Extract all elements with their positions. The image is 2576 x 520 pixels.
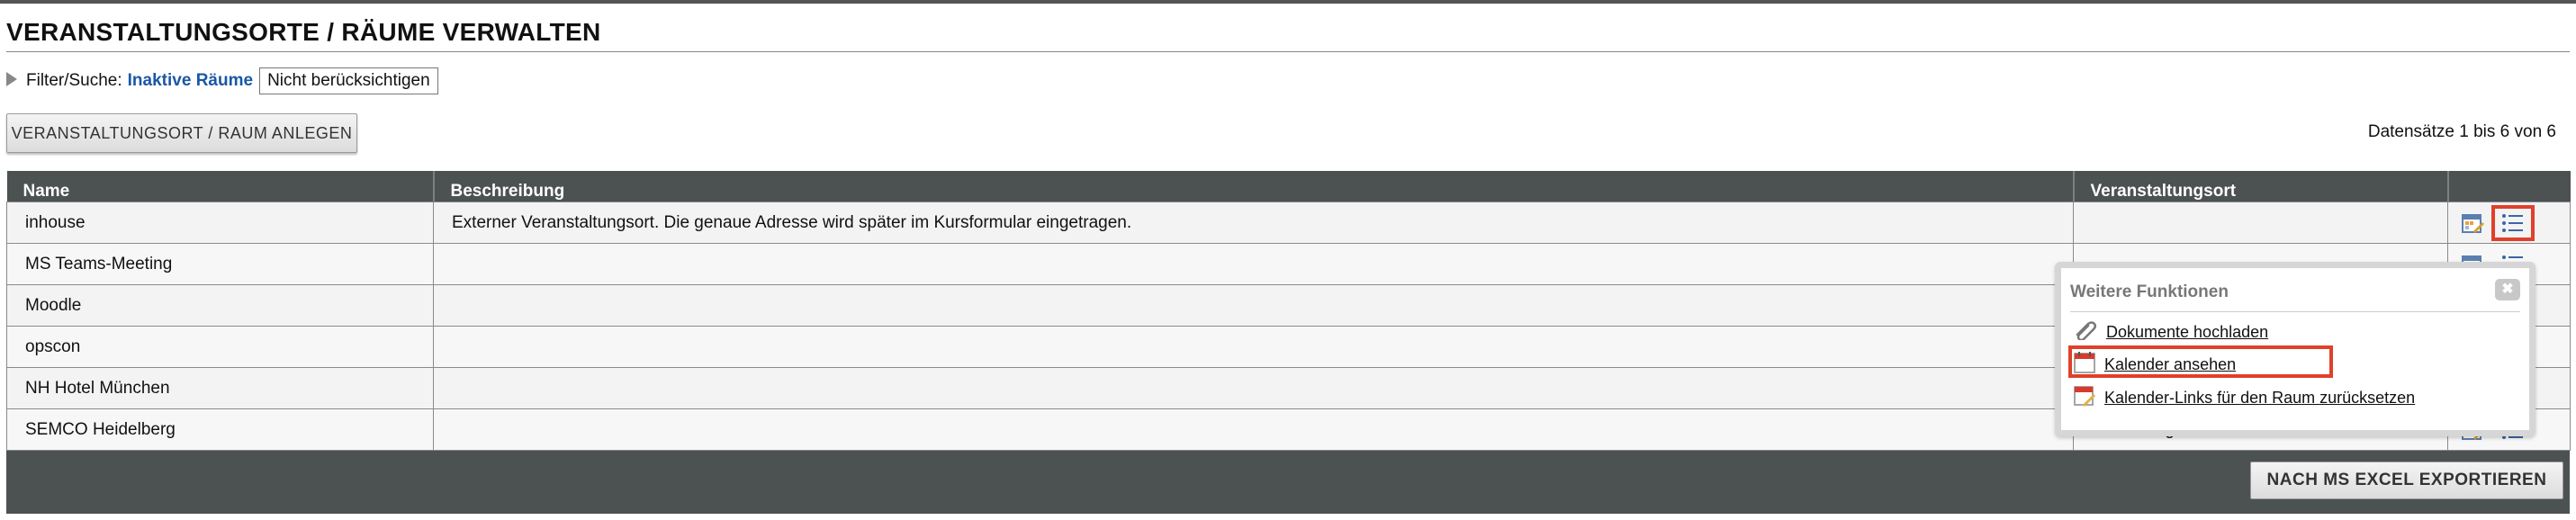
cell-name: SEMCO Heidelberg (6, 408, 434, 451)
column-header-actions (2447, 171, 2571, 202)
export-excel-button[interactable]: NACH MS EXCEL EXPORTIEREN (2250, 462, 2563, 499)
filter-inactive-rooms-value[interactable]: Nicht berücksichtigen (259, 67, 438, 94)
row-actions (2448, 202, 2570, 243)
cell-name: MS Teams-Meeting (6, 243, 434, 285)
cell-description (433, 408, 2074, 451)
column-header-location[interactable]: Veranstaltungsort (2073, 171, 2449, 202)
cell-description (433, 243, 2074, 285)
edit-calendar-icon[interactable] (2461, 211, 2484, 235)
expand-triangle-icon (6, 72, 17, 86)
more-functions-menu-icon[interactable] (2491, 204, 2535, 241)
filter-label: Filter/Suche: (26, 71, 122, 90)
paperclip-icon (2074, 320, 2097, 345)
cell-name: Moodle (6, 284, 434, 327)
cell-description (433, 367, 2074, 409)
menu-item-label[interactable]: Kalender ansehen (2104, 355, 2236, 374)
column-header-name[interactable]: Name (6, 171, 435, 202)
table-row: inhouse Externer Veranstaltungsort. Die … (6, 202, 2571, 244)
title-rule (6, 51, 2570, 52)
top-strip (0, 0, 2576, 4)
cell-description: Externer Veranstaltungsort. Die genaue A… (433, 202, 2074, 244)
menu-item-view-calendar[interactable]: Kalender ansehen (2074, 352, 2236, 378)
cell-description (433, 284, 2074, 327)
column-header-description[interactable]: Beschreibung (433, 171, 2075, 202)
close-icon[interactable]: ✖ (2495, 279, 2520, 300)
page-title: VERANSTALTUNGSORTE / RÄUME VERWALTEN (6, 18, 601, 46)
cell-name: opscon (6, 326, 434, 368)
more-functions-popup: Weitere Funktionen ✖ Dokumente hochladen… (2055, 262, 2535, 436)
menu-item-label[interactable]: Dokumente hochladen (2106, 323, 2268, 342)
table-header-row: Name Beschreibung Veranstaltungsort (6, 171, 2571, 202)
calendar-icon (2074, 352, 2095, 378)
cell-actions (2447, 202, 2571, 244)
cell-name: NH Hotel München (6, 367, 434, 409)
calendar-edit-icon (2074, 385, 2095, 411)
filter-inactive-rooms-label: Inaktive Räume (127, 71, 254, 90)
menu-item-reset-calendar-links[interactable]: Kalender-Links für den Raum zurücksetzen (2074, 385, 2415, 411)
filter-toggle[interactable]: Filter/Suche: (6, 71, 122, 91)
records-info: Datensätze 1 bis 6 von 6 (2367, 122, 2556, 141)
cell-description (433, 326, 2074, 368)
filter-row: Filter/Suche: Inaktive Räume Nicht berüc… (6, 65, 438, 97)
menu-item-label[interactable]: Kalender-Links für den Raum zurücksetzen (2104, 389, 2415, 408)
menu-item-upload-documents[interactable]: Dokumente hochladen (2074, 320, 2268, 345)
popup-divider (2070, 311, 2520, 312)
table-footer: NACH MS EXCEL EXPORTIEREN (6, 451, 2570, 514)
cell-location (2073, 202, 2448, 244)
create-venue-button[interactable]: VERANSTALTUNGSORT / RAUM ANLEGEN (6, 113, 357, 153)
popup-title: Weitere Funktionen (2070, 282, 2229, 301)
cell-name: inhouse (6, 202, 434, 244)
